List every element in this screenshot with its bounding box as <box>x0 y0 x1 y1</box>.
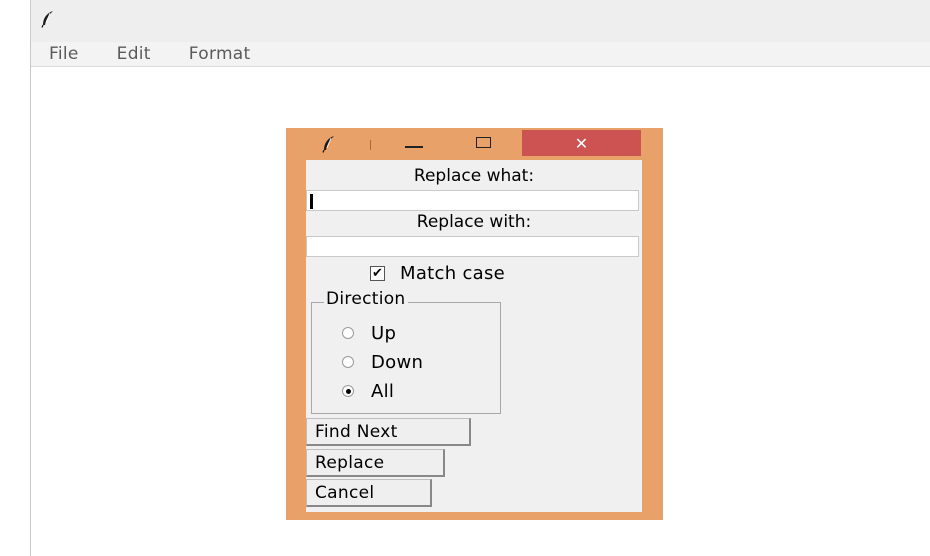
radio-all[interactable]: All <box>342 380 394 402</box>
cancel-button[interactable]: Cancel <box>306 479 432 507</box>
feather-icon <box>41 10 55 32</box>
radio-down-button[interactable] <box>342 356 354 368</box>
close-icon: ✕ <box>574 133 589 153</box>
maximize-icon[interactable] <box>476 137 491 148</box>
find-next-button[interactable]: Find Next <box>306 418 471 446</box>
replace-with-label: Replace with: <box>416 212 532 232</box>
replace-what-label: Replace what: <box>413 166 535 186</box>
dialog-client: Replace what: Replace with: ✔ Match case… <box>306 160 642 512</box>
replace-with-input[interactable] <box>306 236 639 257</box>
feather-icon <box>322 135 336 157</box>
radio-up-label: Up <box>371 322 397 344</box>
menu-format[interactable]: Format <box>189 44 251 64</box>
replace-dialog: ✕ Replace what: Replace with: ✔ Match ca… <box>286 128 663 520</box>
match-case-checkbox[interactable]: ✔ <box>370 265 385 281</box>
radio-all-label: All <box>371 380 395 402</box>
menu-edit[interactable]: Edit <box>117 44 151 64</box>
radio-up[interactable]: Up <box>342 322 396 344</box>
radio-all-button[interactable] <box>342 385 354 397</box>
main-titlebar <box>31 0 930 42</box>
match-case-label: Match case <box>400 262 506 284</box>
match-case-option[interactable]: ✔ Match case <box>370 262 505 284</box>
replace-button[interactable]: Replace <box>306 449 445 477</box>
replace-what-input[interactable] <box>306 190 639 211</box>
minimize-icon[interactable] <box>405 146 423 148</box>
close-button[interactable]: ✕ <box>522 130 641 156</box>
radio-down-label: Down <box>371 351 424 373</box>
dialog-titlebar[interactable]: ✕ <box>286 128 663 160</box>
radio-down[interactable]: Down <box>342 351 423 373</box>
menu-file[interactable]: File <box>49 44 79 64</box>
titlebar-separator <box>370 140 371 150</box>
direction-title: Direction <box>324 289 408 309</box>
menubar: File Edit Format <box>31 42 930 67</box>
text-caret <box>310 194 313 209</box>
radio-up-button[interactable] <box>342 327 354 339</box>
